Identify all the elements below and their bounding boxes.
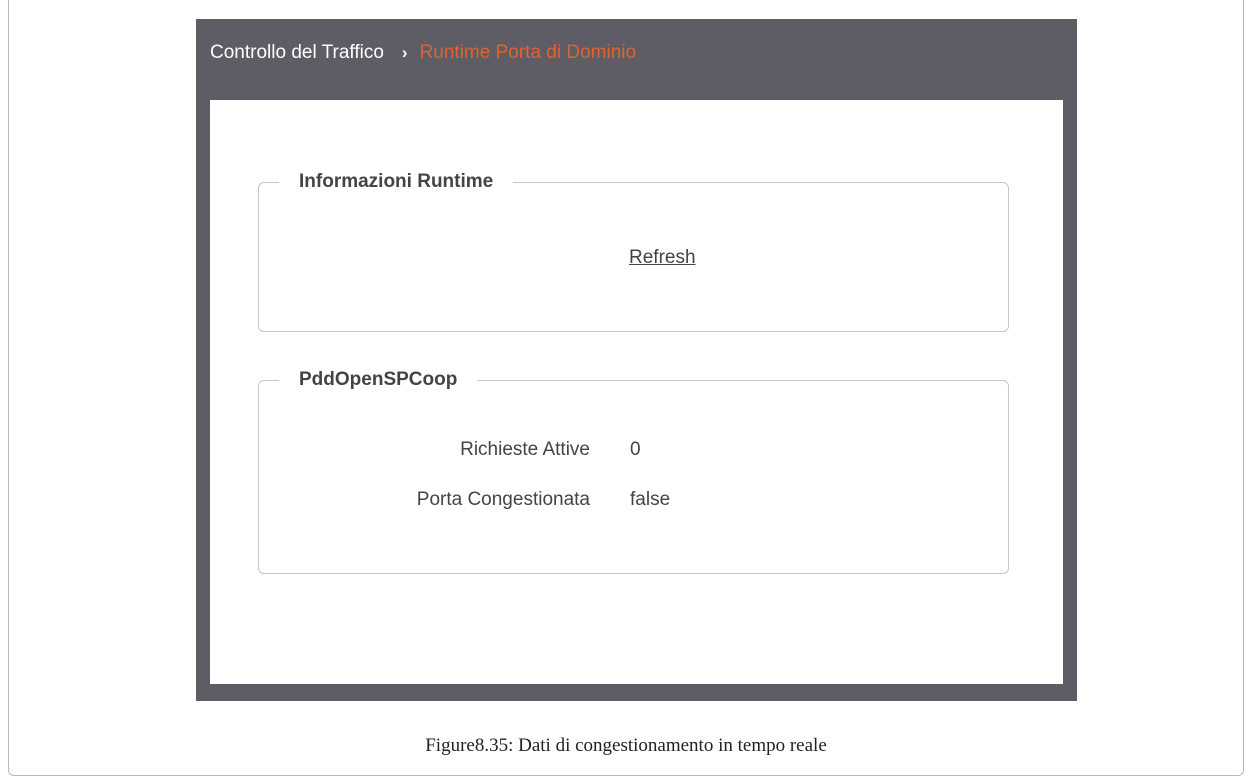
property-label: Richieste Attive (460, 439, 590, 460)
chevron-right-icon: › (401, 42, 408, 62)
property-label: Porta Congestionata (416, 489, 590, 510)
pdd-legend: PddOpenSPCoop (279, 368, 478, 392)
runtime-info-legend: Informazioni Runtime (279, 170, 514, 194)
runtime-info-section: Informazioni Runtime Refresh (258, 170, 1009, 332)
figure-caption: Figure8.35: Dati di congestionamento in … (425, 735, 827, 756)
property-row-active-requests: Richieste Attive 0 (259, 439, 1008, 465)
property-value: 0 (630, 439, 641, 460)
refresh-link[interactable]: Refresh (629, 247, 696, 269)
property-row-congested: Porta Congestionata false (259, 489, 1008, 515)
pdd-section: PddOpenSPCoop Richieste Attive 0 Porta C… (258, 368, 1009, 574)
breadcrumb-current: Runtime Porta di Dominio (419, 41, 637, 63)
breadcrumb-root-link[interactable]: Controllo del Traffico (210, 42, 384, 64)
breadcrumb: Controllo del Traffico › Runtime Porta d… (210, 19, 636, 86)
app-screenshot: Controllo del Traffico › Runtime Porta d… (196, 19, 1077, 701)
content-panel: Informazioni Runtime Refresh PddOpenSPCo… (210, 100, 1063, 684)
property-value: false (630, 489, 671, 510)
